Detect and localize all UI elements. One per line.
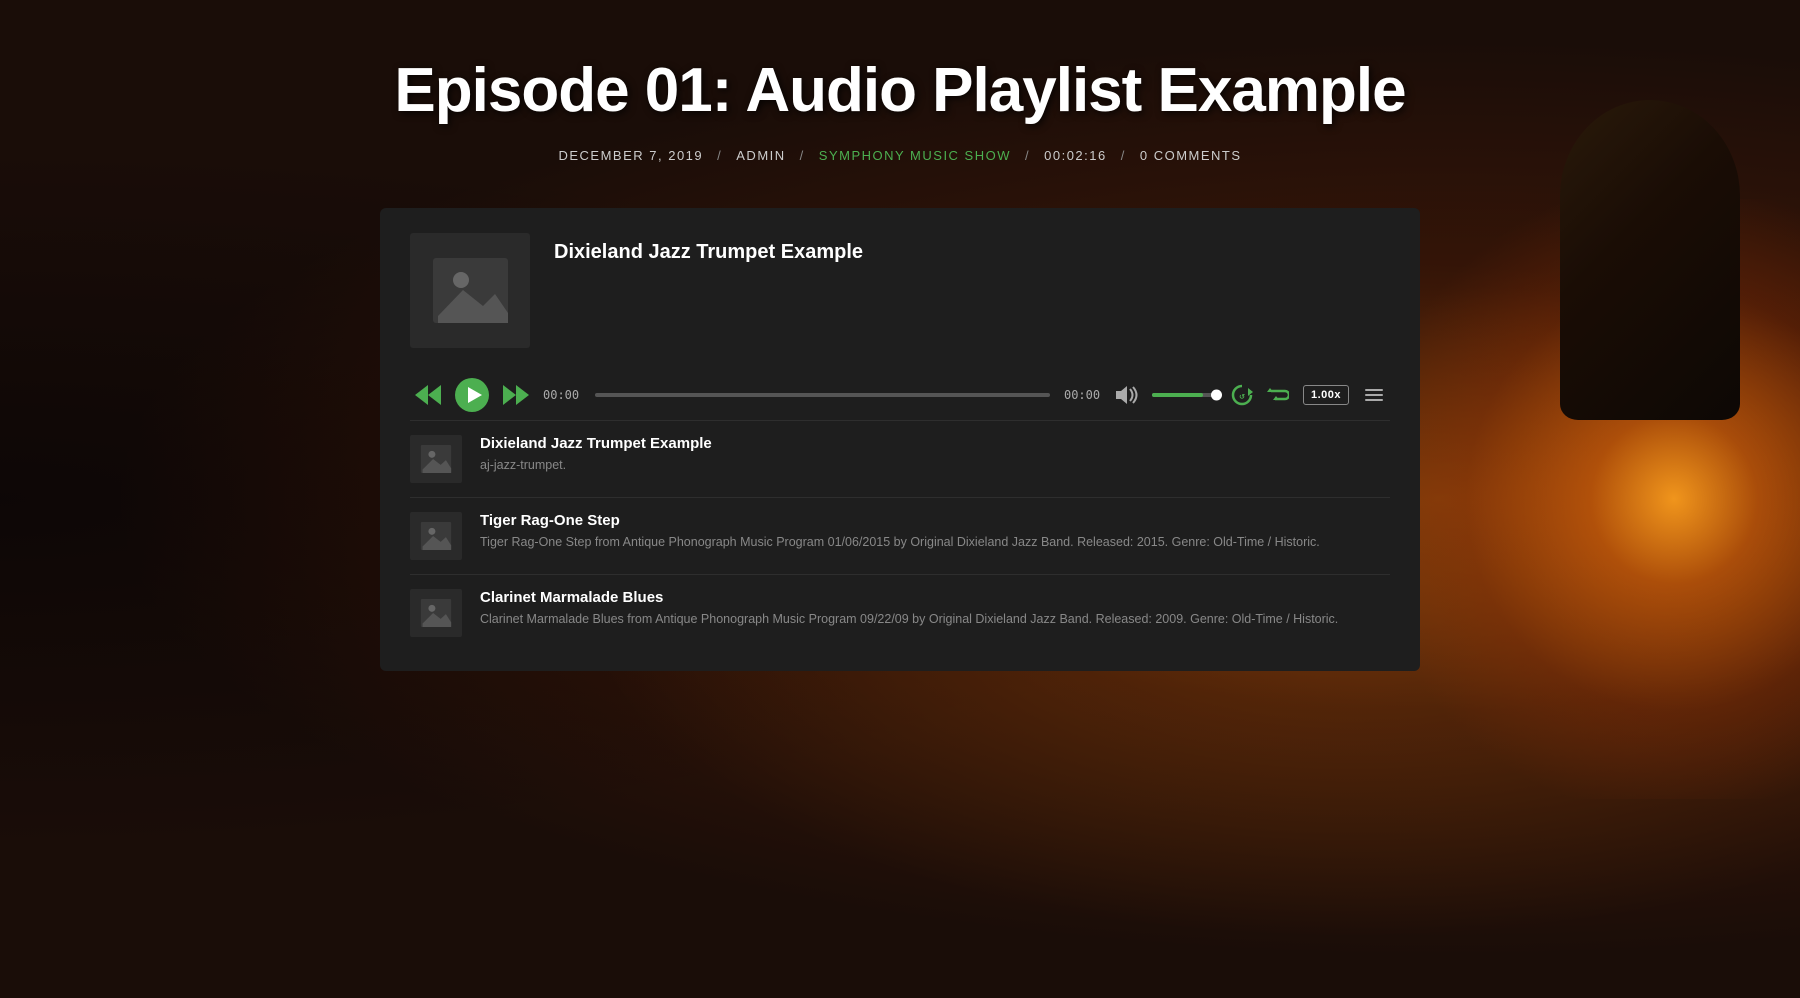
volume-fill [1152, 393, 1203, 397]
rewind-button[interactable] [415, 385, 441, 405]
playlist-thumb-icon-3 [420, 599, 452, 627]
meta-sep-4: / [1121, 148, 1126, 163]
svg-text:↺: ↺ [1239, 394, 1245, 401]
meta-date: DECEMBER 7, 2019 [558, 148, 703, 163]
playlist-thumb-3 [410, 589, 462, 637]
controls-row: 00:00 00:00 [410, 378, 1390, 412]
meta-bar: DECEMBER 7, 2019 / ADMIN / SYMPHONY MUSI… [558, 148, 1241, 163]
fast-forward-icon [503, 385, 529, 405]
playlist-thumb-2 [410, 512, 462, 560]
playlist-track-name-1: Dixieland Jazz Trumpet Example [480, 435, 1390, 452]
meta-author: ADMIN [736, 148, 785, 163]
playlist-track-desc-1: aj-jazz-trumpet. [480, 456, 1390, 475]
playlist-item[interactable]: Tiger Rag-One Step Tiger Rag-One Step fr… [410, 497, 1390, 574]
volume-control[interactable] [1152, 393, 1217, 397]
meta-sep-1: / [717, 148, 722, 163]
album-art-large [410, 233, 530, 348]
playlist-track-desc-3: Clarinet Marmalade Blues from Antique Ph… [480, 610, 1390, 629]
meta-sep-3: / [1025, 148, 1030, 163]
playlist-track-name-2: Tiger Rag-One Step [480, 512, 1390, 529]
playlist-thumb-1 [410, 435, 462, 483]
menu-line-1 [1365, 389, 1383, 391]
speed-button[interactable]: 1.00x [1303, 385, 1349, 405]
playlist-info-3: Clarinet Marmalade Blues Clarinet Marmal… [480, 589, 1390, 629]
album-art-icon [433, 258, 508, 323]
volume-icon [1116, 386, 1138, 404]
menu-line-3 [1365, 399, 1383, 401]
playlist-thumb-icon-1 [420, 445, 452, 473]
menu-button[interactable] [1363, 387, 1385, 403]
playlist: Dixieland Jazz Trumpet Example aj-jazz-t… [410, 420, 1390, 651]
replay-button[interactable]: ↺ [1231, 384, 1253, 406]
time-elapsed: 00:00 [543, 388, 581, 402]
meta-sep-2: / [800, 148, 805, 163]
replay-icon: ↺ [1231, 384, 1253, 406]
playlist-info-2: Tiger Rag-One Step Tiger Rag-One Step fr… [480, 512, 1390, 552]
page-content: Episode 01: Audio Playlist Example DECEM… [0, 0, 1800, 671]
progress-bar[interactable] [595, 393, 1050, 397]
meta-duration: 00:02:16 [1044, 148, 1107, 163]
play-icon [455, 378, 489, 412]
playlist-info-1: Dixieland Jazz Trumpet Example aj-jazz-t… [480, 435, 1390, 475]
page-title: Episode 01: Audio Playlist Example [394, 55, 1405, 126]
time-total: 00:00 [1064, 388, 1102, 402]
loop-button[interactable] [1267, 384, 1289, 406]
rewind-icon [415, 385, 441, 405]
audio-player: Dixieland Jazz Trumpet Example [380, 208, 1420, 671]
volume-knob [1211, 390, 1222, 401]
current-track-title: Dixieland Jazz Trumpet Example [554, 233, 863, 264]
volume-button[interactable] [1116, 386, 1138, 404]
meta-show: SYMPHONY MUSIC SHOW [819, 148, 1011, 163]
playlist-track-name-3: Clarinet Marmalade Blues [480, 589, 1390, 606]
playlist-track-desc-2: Tiger Rag-One Step from Antique Phonogra… [480, 533, 1390, 552]
fast-forward-button[interactable] [503, 385, 529, 405]
play-button[interactable] [455, 378, 489, 412]
loop-icon [1267, 384, 1289, 406]
playlist-item[interactable]: Dixieland Jazz Trumpet Example aj-jazz-t… [410, 420, 1390, 497]
volume-bar[interactable] [1152, 393, 1217, 397]
playlist-item[interactable]: Clarinet Marmalade Blues Clarinet Marmal… [410, 574, 1390, 651]
now-playing-section: Dixieland Jazz Trumpet Example [410, 233, 1390, 348]
meta-comments: 0 COMMENTS [1140, 148, 1242, 163]
playlist-thumb-icon-2 [420, 522, 452, 550]
menu-line-2 [1365, 394, 1383, 396]
